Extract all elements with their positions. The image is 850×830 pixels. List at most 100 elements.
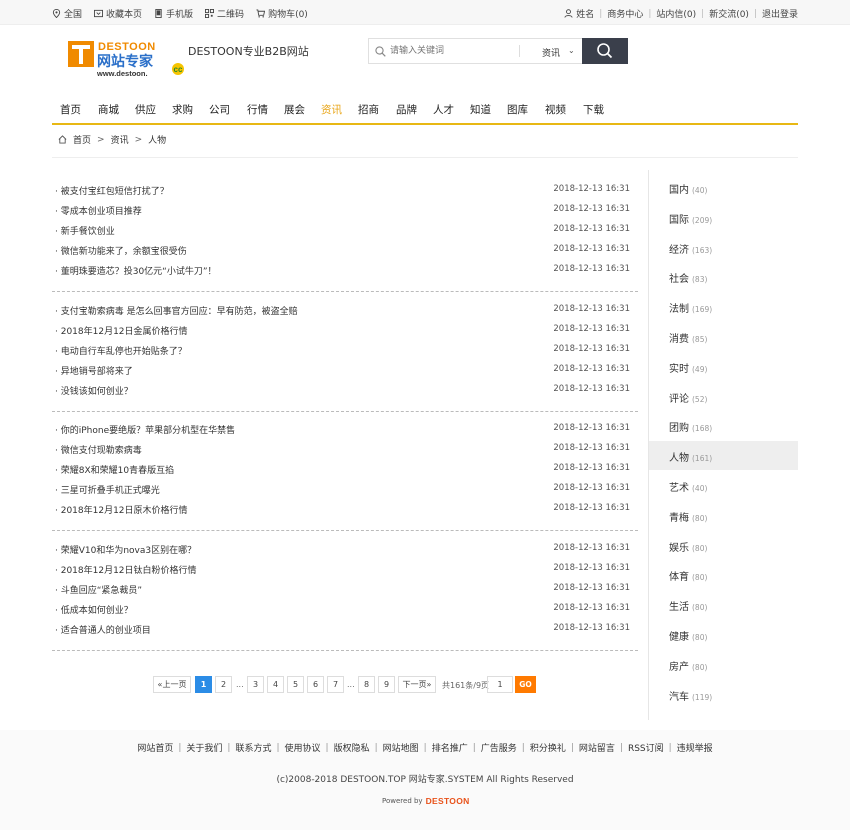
qrcode-link[interactable]: 二维码 [205, 7, 244, 20]
footer-link[interactable]: 网站留言 [579, 741, 615, 754]
search-input[interactable] [390, 43, 510, 59]
article-title-link[interactable]: · 你的iPhone要绝版？苹果部分机型在华禁售 [55, 423, 235, 436]
powered-by[interactable]: Powered by DESTOON [382, 796, 470, 806]
footer-link[interactable]: 广告服务 [481, 741, 517, 754]
nav-item-mall[interactable]: 商城 [98, 102, 119, 117]
footer-link[interactable]: 排名推广 [432, 741, 468, 754]
sidebar-item[interactable]: 团购 (168) [649, 411, 798, 440]
nav-item-know[interactable]: 知道 [470, 102, 491, 117]
sidebar-item[interactable]: 汽车 (119) [649, 680, 798, 709]
article-title-link[interactable]: · 三星可折叠手机正式曝光 [55, 483, 160, 496]
prev-page-button[interactable]: «上一页 [153, 676, 191, 693]
nav-item-expo[interactable]: 展会 [284, 102, 305, 117]
nav-item-company[interactable]: 公司 [209, 102, 230, 117]
footer-link[interactable]: 积分换礼 [530, 741, 566, 754]
site-logo[interactable]: DESTOON 网站专家 www.destoon. cc [66, 39, 188, 78]
sidebar-item[interactable]: 实时 (49) [649, 352, 798, 381]
article-title-link[interactable]: · 荣耀8X和荣耀10青春版互掐 [55, 463, 174, 476]
page-button[interactable]: 8 [358, 676, 375, 693]
article-title-link[interactable]: · 2018年12月12日金属价格行情 [55, 324, 188, 337]
footer-link[interactable]: 联系方式 [235, 741, 271, 754]
article-title-link[interactable]: · 零成本创业项目推荐 [55, 204, 142, 217]
location-link[interactable]: 全国 [52, 7, 82, 20]
article-title-link[interactable]: · 荣耀V10和华为nova3区别在哪？ [55, 543, 196, 556]
nav-item-supply[interactable]: 供应 [135, 102, 156, 117]
chat-link[interactable]: 新交流(0) [709, 7, 749, 20]
sidebar-item[interactable]: 经济 (163) [649, 233, 798, 262]
footer-link[interactable]: 关于我们 [186, 741, 222, 754]
nav-item-quotes[interactable]: 行情 [247, 102, 268, 117]
page-button[interactable]: 4 [267, 676, 284, 693]
sidebar-item[interactable]: 艺术 (40) [649, 471, 798, 500]
page-button[interactable]: 9 [378, 676, 395, 693]
footer-link[interactable]: 违规举报 [677, 741, 713, 754]
page-button[interactable]: 5 [287, 676, 304, 693]
article-title-link[interactable]: · 没钱该如何创业？ [55, 384, 133, 397]
article-title-link[interactable]: · 微信支付现勒索病毒 [55, 443, 142, 456]
nav-item-news[interactable]: 资讯 [321, 102, 342, 117]
article-title-link[interactable]: · 董明珠要造芯？投30亿元“小试牛刀”！ [55, 264, 217, 277]
footer-link[interactable]: 版权隐私 [334, 741, 370, 754]
article-title-link[interactable]: · 电动自行车乱停也开始贴条了？ [55, 344, 187, 357]
nav-item-talent[interactable]: 人才 [433, 102, 454, 117]
article-title-link[interactable]: · 斗鱼回应“紧急裁员” [55, 583, 142, 596]
bookmark-link[interactable]: 收藏本页 [94, 7, 142, 20]
nav-item-brand[interactable]: 品牌 [396, 102, 417, 117]
user-link[interactable]: 姓名 [564, 7, 594, 20]
nav-item-invest[interactable]: 招商 [358, 102, 379, 117]
sidebar-item[interactable]: 人物 (161) [649, 441, 798, 471]
article-title-link[interactable]: · 新手餐饮创业 [55, 224, 115, 237]
article-title-link[interactable]: · 微信新功能来了，余额宝很受伤 [55, 244, 187, 257]
nav-item-photo[interactable]: 图库 [507, 102, 528, 117]
sidebar-item[interactable]: 社会 (83) [649, 262, 798, 291]
article-title-link[interactable]: · 2018年12月12日原木价格行情 [55, 503, 188, 516]
nav-item-download[interactable]: 下载 [583, 102, 604, 117]
sidebar-item[interactable]: 房产 (80) [649, 650, 798, 679]
sidebar-item[interactable]: 健康 (80) [649, 620, 798, 649]
logout-link[interactable]: 退出登录 [762, 7, 798, 20]
search-button[interactable] [582, 38, 628, 64]
chevron-down-icon[interactable]: ⌄ [568, 46, 575, 55]
search-category-select[interactable]: 资讯 [542, 46, 560, 59]
nav-item-home[interactable]: 首页 [60, 102, 81, 117]
page-button[interactable]: 2 [215, 676, 232, 693]
breadcrumb-home[interactable]: 首页 [73, 133, 91, 146]
mobile-link[interactable]: 手机版 [154, 7, 193, 20]
article-title-link[interactable]: · 适合普通人的创业项目 [55, 623, 151, 636]
sidebar-item[interactable]: 体育 (80) [649, 560, 798, 589]
next-page-button[interactable]: 下一页» [398, 676, 436, 693]
cart-link[interactable]: 购物车(0) [256, 7, 308, 20]
breadcrumb-news[interactable]: 资讯 [111, 133, 129, 146]
inbox-link[interactable]: 站内信(0) [656, 7, 696, 20]
sidebar-item-count: (80) [692, 543, 708, 553]
sidebar-item[interactable]: 法制 (169) [649, 292, 798, 321]
page-button[interactable]: 1 [195, 676, 212, 693]
go-button[interactable]: GO [515, 676, 536, 693]
sidebar-item[interactable]: 生活 (80) [649, 590, 798, 619]
sidebar-item[interactable]: 娱乐 (80) [649, 531, 798, 560]
sidebar-item-name: 国内 [669, 185, 689, 196]
article-title-link[interactable]: · 低成本如何创业？ [55, 603, 133, 616]
article-title-link[interactable]: · 2018年12月12日钛白粉价格行情 [55, 563, 197, 576]
article-title-link[interactable]: · 支付宝勒索病毒 是怎么回事官方回应：早有防范，被盗全赔 [55, 304, 298, 317]
article-title-link[interactable]: · 被支付宝红包短信打扰了？ [55, 184, 169, 197]
sidebar-item[interactable]: 国内 (40) [649, 173, 798, 202]
dashed-divider [52, 291, 638, 292]
article-title-link[interactable]: · 异地销号部将来了 [55, 364, 133, 377]
sidebar-item[interactable]: 青梅 (80) [649, 501, 798, 530]
page-button[interactable]: 6 [307, 676, 324, 693]
sidebar-item[interactable]: 国际 (209) [649, 203, 798, 232]
footer-link[interactable]: 网站地图 [383, 741, 419, 754]
footer-link[interactable]: 使用协议 [285, 741, 321, 754]
business-center-link[interactable]: 商务中心 [607, 7, 643, 20]
page-button[interactable]: 7 [327, 676, 344, 693]
page-button[interactable]: 3 [247, 676, 264, 693]
nav-item-video[interactable]: 视频 [545, 102, 566, 117]
sidebar-item[interactable]: 评论 (52) [649, 382, 798, 411]
footer-link[interactable]: 网站首页 [137, 741, 173, 754]
sidebar-item[interactable]: 消费 (85) [649, 322, 798, 351]
breadcrumb-people[interactable]: 人物 [148, 133, 166, 146]
footer-link[interactable]: RSS订阅 [628, 741, 664, 754]
nav-item-buy[interactable]: 求购 [172, 102, 193, 117]
page-jump-input[interactable]: 1 [487, 676, 513, 693]
